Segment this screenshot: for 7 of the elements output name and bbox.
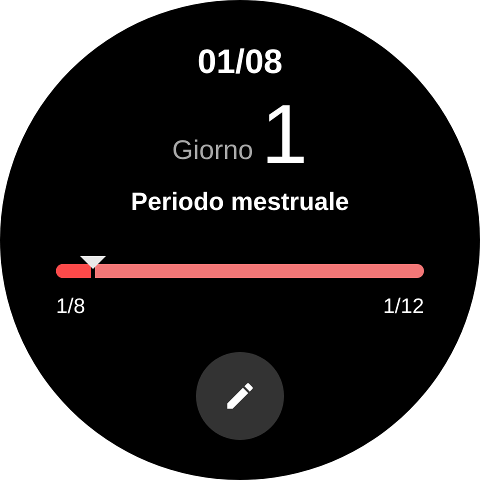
phase-label: Periodo mestruale xyxy=(130,187,350,218)
start-date: 1/8 xyxy=(56,294,86,320)
end-date: 1/12 xyxy=(383,294,424,320)
day-label: Giorno xyxy=(172,134,254,166)
day-number: 1 xyxy=(261,92,308,176)
marker-icon xyxy=(80,256,106,270)
date: 01/08 xyxy=(197,42,283,83)
